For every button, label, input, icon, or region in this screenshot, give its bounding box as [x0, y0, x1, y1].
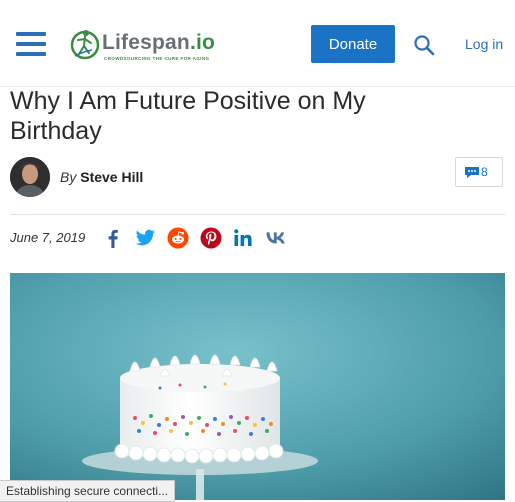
browser-status-bar: Establishing secure connecti...	[0, 480, 176, 502]
pinterest-icon[interactable]	[200, 227, 222, 249]
logo-tagline: CROWDSOURCING THE CURE FOR AGING	[104, 56, 210, 61]
twitter-icon[interactable]	[134, 227, 156, 249]
author-photo	[10, 157, 50, 197]
reddit-icon[interactable]	[167, 227, 189, 249]
facebook-icon[interactable]	[102, 227, 124, 249]
vk-icon[interactable]	[265, 227, 287, 249]
hero-image	[10, 273, 505, 500]
article-title: Why I Am Future Positive on My Birthday	[10, 87, 366, 145]
menu-icon[interactable]	[16, 32, 46, 56]
author-avatar[interactable]	[10, 157, 50, 197]
byline-prefix: By	[60, 169, 77, 185]
byline: By Steve Hill	[60, 169, 143, 185]
comments-button[interactable]: 8	[455, 157, 503, 187]
logo-wordmark: Lifespan.io	[102, 31, 216, 54]
site-header: Lifespan.io CROWDSOURCING THE CURE FOR A…	[0, 0, 515, 87]
logo-figure-icon	[70, 30, 100, 60]
site-logo[interactable]: Lifespan.io CROWDSOURCING THE CURE FOR A…	[70, 26, 220, 66]
divider	[10, 214, 505, 215]
comment-count: 8	[481, 165, 488, 179]
donate-button[interactable]: Donate	[311, 25, 395, 63]
linkedin-icon[interactable]	[232, 227, 254, 249]
search-icon[interactable]	[413, 34, 435, 56]
login-link[interactable]: Log in	[465, 36, 503, 52]
author-name[interactable]: Steve Hill	[80, 169, 143, 185]
birthday-cake-image	[10, 273, 505, 500]
comment-icon	[465, 167, 479, 178]
publish-date: June 7, 2019	[10, 230, 86, 245]
